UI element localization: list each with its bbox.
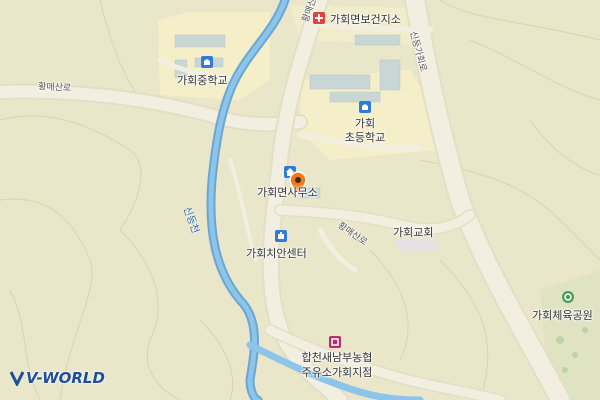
police-icon[interactable] [275,230,287,242]
vworld-mark-icon [10,371,24,386]
gas-station-icon[interactable] [329,336,341,348]
label-middle-school[interactable]: 가회중학교 [177,74,228,87]
label-church[interactable]: 가회교회 [393,226,433,239]
middle-school-icon[interactable] [201,56,213,68]
label-police-center[interactable]: 가회치안센터 [246,247,307,260]
label-health-center[interactable]: 가회면보건지소 [330,13,401,26]
park-icon[interactable] [562,291,574,303]
elementary-school-icon[interactable] [359,101,371,113]
label-office[interactable]: 가회면사무소 [257,186,318,199]
label-elementary-school-line1[interactable]: 가회 [354,117,376,130]
label-road-hwangmaesan-west: 황매산로 [37,82,72,94]
label-park[interactable]: 가회체육공원 [532,309,593,322]
vworld-logo-text: V-WORLD [26,369,105,387]
label-elementary-school-line2[interactable]: 초등학교 [336,131,394,144]
label-coop-line2[interactable]: 주유소가회지점 [292,366,382,379]
church-area [395,238,440,252]
vworld-logo: V-WORLD [10,368,105,388]
label-coop-line1[interactable]: 합천새남부농협 [292,351,382,364]
map-canvas[interactable] [0,0,600,400]
